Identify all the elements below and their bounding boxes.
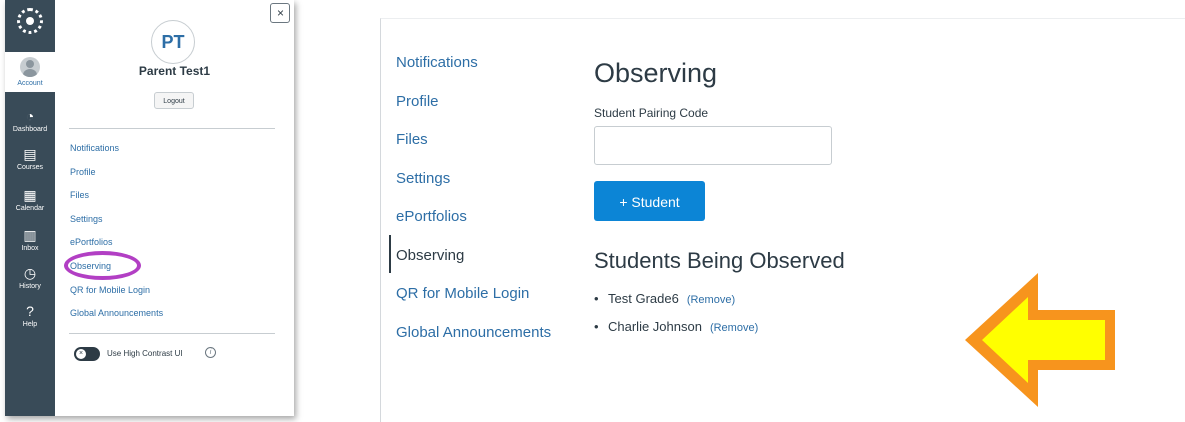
settings-nav-observing[interactable]: Observing xyxy=(396,246,556,265)
high-contrast-label: Use High Contrast UI xyxy=(107,349,183,358)
info-icon[interactable]: i xyxy=(205,347,216,358)
tray-divider xyxy=(69,128,275,129)
avatar-icon xyxy=(20,56,40,77)
settings-nav-notifications[interactable]: Notifications xyxy=(396,53,556,72)
pairing-code-input[interactable] xyxy=(594,126,832,165)
tray-link-notifications[interactable]: Notifications xyxy=(70,142,270,166)
student-name: Charlie Johnson xyxy=(608,319,702,334)
settings-nav-settings[interactable]: Settings xyxy=(396,169,556,188)
tray-link-files[interactable]: Files xyxy=(70,189,270,213)
nav-item-inbox[interactable]: ▥ Inbox xyxy=(5,220,55,260)
nav-item-help[interactable]: ? Help xyxy=(5,296,55,336)
list-item: • Charlie Johnson (Remove) xyxy=(594,318,758,346)
nav-label-history: History xyxy=(19,283,41,290)
canvas-logo-icon xyxy=(17,8,43,34)
nav-item-history[interactable]: ◷ History xyxy=(5,258,55,298)
bullet: • xyxy=(594,291,599,306)
nav-label-help: Help xyxy=(22,321,38,328)
user-avatar: PT xyxy=(151,20,195,64)
nav-label-inbox: Inbox xyxy=(21,245,39,252)
inbox-icon: ▥ xyxy=(23,227,37,243)
clock-icon: ◷ xyxy=(23,265,37,281)
observed-students-heading: Students Being Observed xyxy=(594,248,845,273)
settings-nav-files[interactable]: Files xyxy=(396,130,556,149)
tray-link-profile[interactable]: Profile xyxy=(70,166,270,190)
tray-divider xyxy=(69,333,275,334)
calendar-icon: ▦ xyxy=(23,187,37,203)
bullet: • xyxy=(594,319,599,334)
nav-item-dashboard[interactable]: ◔ Dashboard xyxy=(5,101,55,141)
remove-student-link[interactable]: (Remove) xyxy=(687,294,735,306)
list-item: • Test Grade6 (Remove) xyxy=(594,290,758,318)
tray-links: Notifications Profile Files Settings ePo… xyxy=(70,142,270,331)
observed-students-list: • Test Grade6 (Remove) • Charlie Johnson (Re… xyxy=(594,290,758,346)
user-name: Parent Test1 xyxy=(138,64,211,78)
current-nav-indicator xyxy=(389,235,391,273)
logout-button[interactable]: Logout xyxy=(154,92,194,109)
pairing-code-label: Student Pairing Code xyxy=(594,106,709,120)
high-contrast-toggle[interactable]: × xyxy=(74,347,100,361)
nav-label-calendar: Calendar xyxy=(15,205,45,212)
add-student-button[interactable]: + Student xyxy=(594,181,705,221)
nav-label-account: Account xyxy=(17,79,43,87)
close-icon: × xyxy=(76,349,86,359)
left-arrow-icon xyxy=(965,273,1115,407)
student-name: Test Grade6 xyxy=(608,291,679,306)
speedometer-icon: ◔ xyxy=(25,108,35,124)
close-tray-button[interactable]: × xyxy=(270,3,290,23)
account-tray-screenshot: Account ◔ Dashboard ▤ Courses ▦ Calendar… xyxy=(5,0,294,416)
nav-item-courses[interactable]: ▤ Courses xyxy=(5,139,55,179)
global-nav: Account ◔ Dashboard ▤ Courses ▦ Calendar… xyxy=(5,0,55,416)
page-title: Observing xyxy=(594,58,718,88)
tray-link-global-announcements[interactable]: Global Announcements xyxy=(70,307,270,331)
canvas-logo[interactable] xyxy=(5,0,55,42)
account-tray: × PT Parent Test1 Logout Notifications P… xyxy=(55,0,294,416)
avatar-initials: PT xyxy=(161,31,185,52)
nav-item-calendar[interactable]: ▦ Calendar xyxy=(5,180,55,220)
question-icon: ? xyxy=(26,303,34,319)
nav-label-dashboard: Dashboard xyxy=(12,126,48,133)
settings-nav-profile[interactable]: Profile xyxy=(396,92,556,111)
settings-nav-eportfolios[interactable]: ePortfolios xyxy=(396,207,556,226)
remove-student-link[interactable]: (Remove) xyxy=(710,322,758,334)
settings-nav-qr-mobile-login[interactable]: QR for Mobile Login xyxy=(396,284,556,303)
book-icon: ▤ xyxy=(23,146,37,162)
tray-link-settings[interactable]: Settings xyxy=(70,213,270,237)
nav-item-account[interactable]: Account xyxy=(5,52,55,92)
settings-nav-global-announcements[interactable]: Global Announcements xyxy=(396,323,556,342)
tray-link-qr-mobile-login[interactable]: QR for Mobile Login xyxy=(70,284,270,308)
nav-label-courses: Courses xyxy=(16,164,44,171)
highlight-circle xyxy=(64,251,141,280)
